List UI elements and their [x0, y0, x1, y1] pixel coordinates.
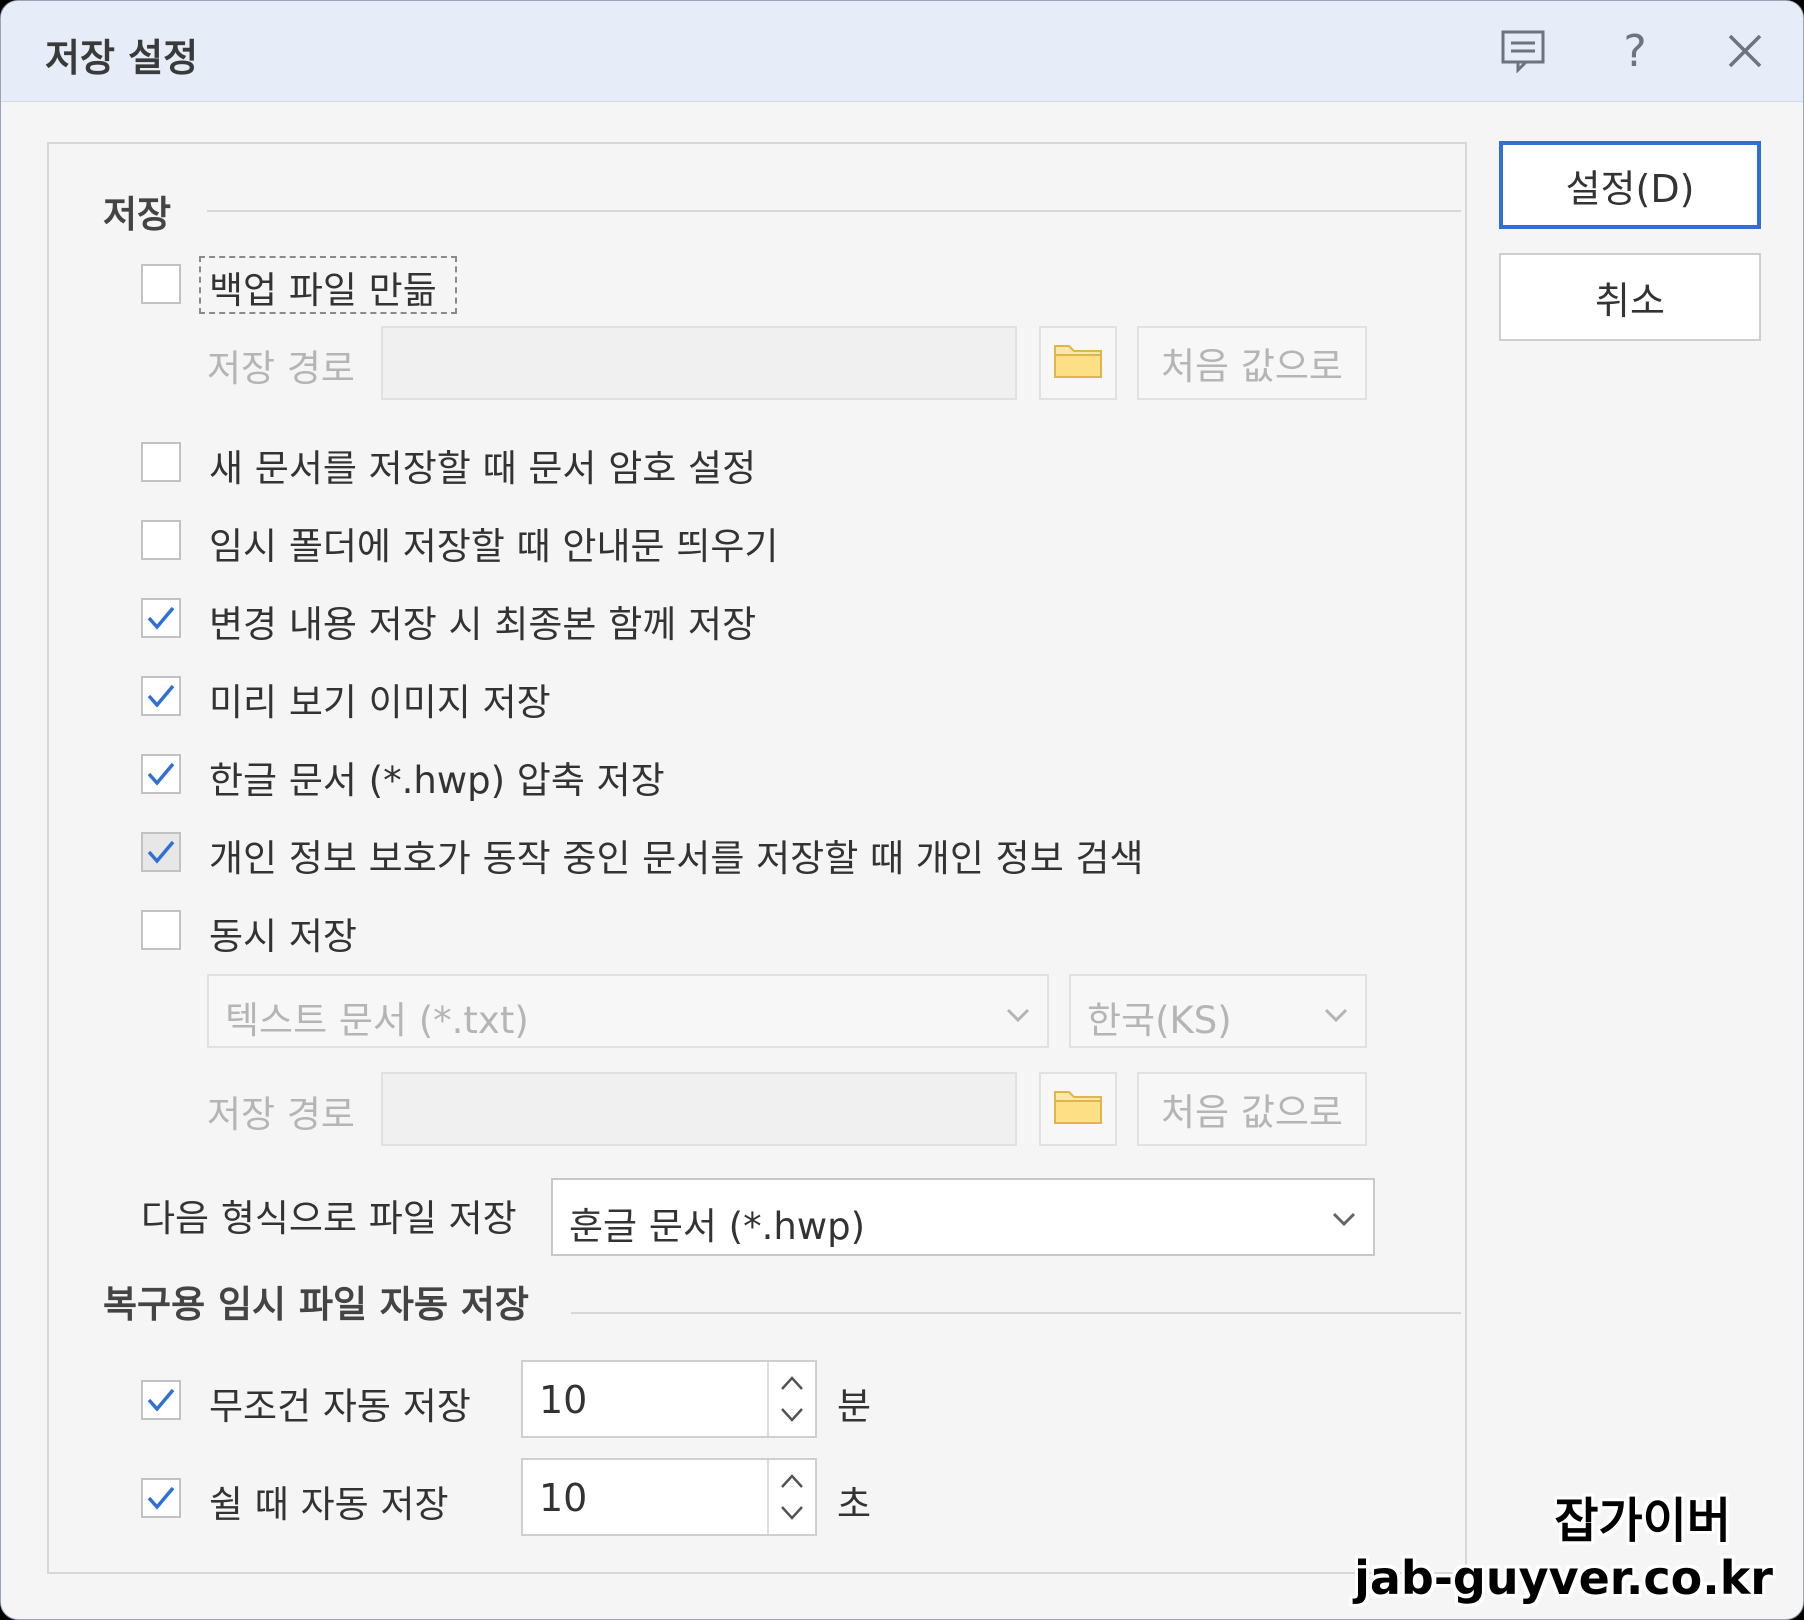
default-format-select[interactable]: 훈글 문서 (*.hwp)	[551, 1178, 1375, 1256]
backup-label: 백업 파일 만듦	[209, 269, 437, 312]
simultaneous-label: 동시 저장	[209, 915, 357, 958]
temp-notice-label: 임시 폴더에 저장할 때 안내문 띄우기	[209, 525, 779, 568]
title-bar: 저장 설정 ?	[1, 1, 1803, 102]
preview-image-checkbox[interactable]	[141, 676, 181, 716]
idle-autosave-checkbox[interactable]	[141, 1478, 181, 1518]
default-format-value: 훈글 문서 (*.hwp)	[569, 1205, 866, 1248]
watermark-url: jab-guyver.co.kr	[1354, 1551, 1773, 1605]
compress-checkbox[interactable]	[141, 754, 181, 794]
cancel-button[interactable]: 취소	[1499, 253, 1761, 341]
comment-icon[interactable]	[1495, 23, 1551, 79]
watermark-name: 잡가이버	[1554, 1493, 1731, 1549]
idle-autosave-unit: 초	[837, 1483, 872, 1526]
simultaneous-checkbox[interactable]	[141, 910, 181, 950]
recovery-section-divider	[571, 1312, 1461, 1314]
final-version-checkbox[interactable]	[141, 598, 181, 638]
backup-checkbox[interactable]	[141, 264, 181, 304]
folder-icon	[1052, 1084, 1104, 1135]
chevron-up-icon[interactable]	[775, 1366, 809, 1400]
help-icon[interactable]: ?	[1607, 23, 1663, 79]
dialog-title: 저장 설정	[45, 36, 199, 80]
privacy-label: 개인 정보 보호가 동작 중인 문서를 저장할 때 개인 정보 검색	[209, 837, 1144, 880]
always-autosave-checkbox[interactable]	[141, 1380, 181, 1420]
simul-path-label: 저장 경로	[207, 1093, 355, 1136]
final-version-label: 변경 내용 저장 시 최종본 함께 저장	[209, 603, 757, 646]
chevron-down-icon	[1321, 996, 1351, 1039]
chevron-up-icon[interactable]	[775, 1464, 809, 1498]
idle-autosave-spinner[interactable]: 10	[521, 1458, 817, 1536]
simul-encoding-value: 한국(KS)	[1087, 999, 1232, 1042]
ok-button[interactable]: 설정(D)	[1499, 141, 1761, 229]
simul-encoding-select[interactable]: 한국(KS)	[1069, 974, 1367, 1048]
save-settings-dialog: 저장 설정 ? 설정(D) 취소 저장 백업 파일 만듦 저장 경로 처음 값으…	[0, 0, 1804, 1620]
privacy-checkbox[interactable]	[141, 832, 181, 872]
chevron-down-icon	[1329, 1200, 1359, 1243]
always-autosave-value[interactable]: 10	[539, 1378, 587, 1422]
preview-image-label: 미리 보기 이미지 저장	[209, 681, 551, 724]
backup-path-field[interactable]	[381, 326, 1017, 400]
simul-reset-button[interactable]: 처음 값으로	[1137, 1072, 1367, 1146]
password-label: 새 문서를 저장할 때 문서 암호 설정	[209, 447, 757, 490]
settings-panel: 저장 백업 파일 만듦 저장 경로 처음 값으로 새 문서를 저장할 때 문서 …	[47, 142, 1467, 1574]
simul-format-value: 텍스트 문서 (*.txt)	[225, 999, 529, 1042]
simul-path-field[interactable]	[381, 1072, 1017, 1146]
chevron-down-icon[interactable]	[775, 1398, 809, 1432]
spinner-divider	[767, 1460, 769, 1534]
idle-autosave-value[interactable]: 10	[539, 1476, 587, 1520]
chevron-down-icon	[1003, 996, 1033, 1039]
compress-label: 한글 문서 (*.hwp) 압축 저장	[209, 759, 665, 802]
password-checkbox[interactable]	[141, 442, 181, 482]
backup-path-label: 저장 경로	[207, 347, 355, 390]
temp-notice-checkbox[interactable]	[141, 520, 181, 560]
folder-icon	[1052, 338, 1104, 389]
idle-autosave-label: 쉴 때 자동 저장	[209, 1483, 449, 1526]
chevron-down-icon[interactable]	[775, 1496, 809, 1530]
save-section-heading: 저장	[103, 193, 172, 236]
save-section-divider	[207, 210, 1461, 212]
spinner-divider	[767, 1362, 769, 1436]
simul-format-select[interactable]: 텍스트 문서 (*.txt)	[207, 974, 1049, 1048]
default-format-label: 다음 형식으로 파일 저장	[141, 1197, 517, 1240]
backup-folder-button[interactable]	[1039, 326, 1117, 400]
always-autosave-unit: 분	[837, 1385, 872, 1428]
always-autosave-spinner[interactable]: 10	[521, 1360, 817, 1438]
recovery-section-heading: 복구용 임시 파일 자동 저장	[103, 1283, 529, 1326]
always-autosave-label: 무조건 자동 저장	[209, 1385, 471, 1428]
backup-reset-button[interactable]: 처음 값으로	[1137, 326, 1367, 400]
close-icon[interactable]	[1717, 23, 1773, 79]
simul-folder-button[interactable]	[1039, 1072, 1117, 1146]
